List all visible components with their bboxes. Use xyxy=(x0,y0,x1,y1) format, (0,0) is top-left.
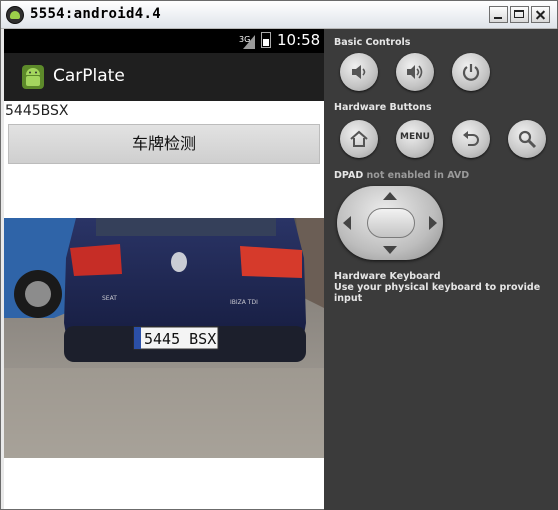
power-icon xyxy=(462,64,480,81)
model-badge-text: IBIZA TDI xyxy=(230,299,258,306)
home-button[interactable] xyxy=(340,120,378,158)
signal-icon: 3G xyxy=(239,35,255,49)
controls-panel: Basic Controls Hardware Buttons MENU DPA… xyxy=(324,29,558,510)
emulator-window: 5554:android4.4 3G 10:58 CarPlate 5445BS… xyxy=(0,0,558,510)
plate-result-text: 5445BSX xyxy=(5,103,69,119)
menu-button[interactable]: MENU xyxy=(396,120,434,158)
android-emulator-icon xyxy=(6,6,24,24)
dpad[interactable] xyxy=(337,186,443,260)
network-type: 3G xyxy=(239,35,250,44)
home-icon xyxy=(350,130,368,147)
search-button[interactable] xyxy=(508,120,546,158)
android-app-icon xyxy=(22,65,44,89)
title-bar: 5554:android4.4 xyxy=(1,1,557,29)
dpad-note: not enabled in AVD xyxy=(366,170,470,181)
hardware-keyboard-note: Use your physical keyboard to provide in… xyxy=(334,282,541,304)
minimize-button[interactable] xyxy=(489,6,508,23)
status-bar: 3G 10:58 xyxy=(4,29,324,53)
hardware-buttons-label: Hardware Buttons xyxy=(334,102,432,113)
battery-icon xyxy=(261,32,271,48)
volume-down-button[interactable] xyxy=(340,53,378,91)
app-title: CarPlate xyxy=(53,66,125,86)
status-clock: 10:58 xyxy=(277,31,321,49)
plate-detect-button[interactable]: 车牌检测 xyxy=(8,124,320,164)
speaker-low-icon xyxy=(352,65,366,79)
back-arrow-icon xyxy=(463,131,479,146)
plate-text: 5445 BSX xyxy=(144,330,216,348)
device-screen: 3G 10:58 CarPlate 5445BSX 车牌检测 5445 BSX … xyxy=(4,29,324,509)
back-button[interactable] xyxy=(452,120,490,158)
dpad-label: DPAD not enabled in AVD xyxy=(334,170,470,181)
search-icon xyxy=(518,130,537,149)
action-bar: CarPlate xyxy=(4,53,324,101)
basic-controls-label: Basic Controls xyxy=(334,37,411,48)
car-photo: 5445 BSX IBIZA TDI SEAT xyxy=(4,218,324,458)
speaker-high-icon xyxy=(407,65,423,79)
power-button[interactable] xyxy=(452,53,490,91)
volume-up-button[interactable] xyxy=(396,53,434,91)
maximize-button[interactable] xyxy=(510,6,529,23)
dpad-center-button[interactable] xyxy=(367,208,415,238)
car-photo-image: 5445 BSX IBIZA TDI SEAT xyxy=(4,218,324,458)
brand-badge-text: SEAT xyxy=(102,295,117,302)
window-title: 5554:android4.4 xyxy=(30,6,161,22)
hardware-keyboard-info: Hardware Keyboard Use your physical keyb… xyxy=(334,271,558,304)
hardware-keyboard-label: Hardware Keyboard xyxy=(334,271,441,282)
close-button[interactable] xyxy=(531,6,550,23)
menu-button-label: MENU xyxy=(400,132,430,142)
